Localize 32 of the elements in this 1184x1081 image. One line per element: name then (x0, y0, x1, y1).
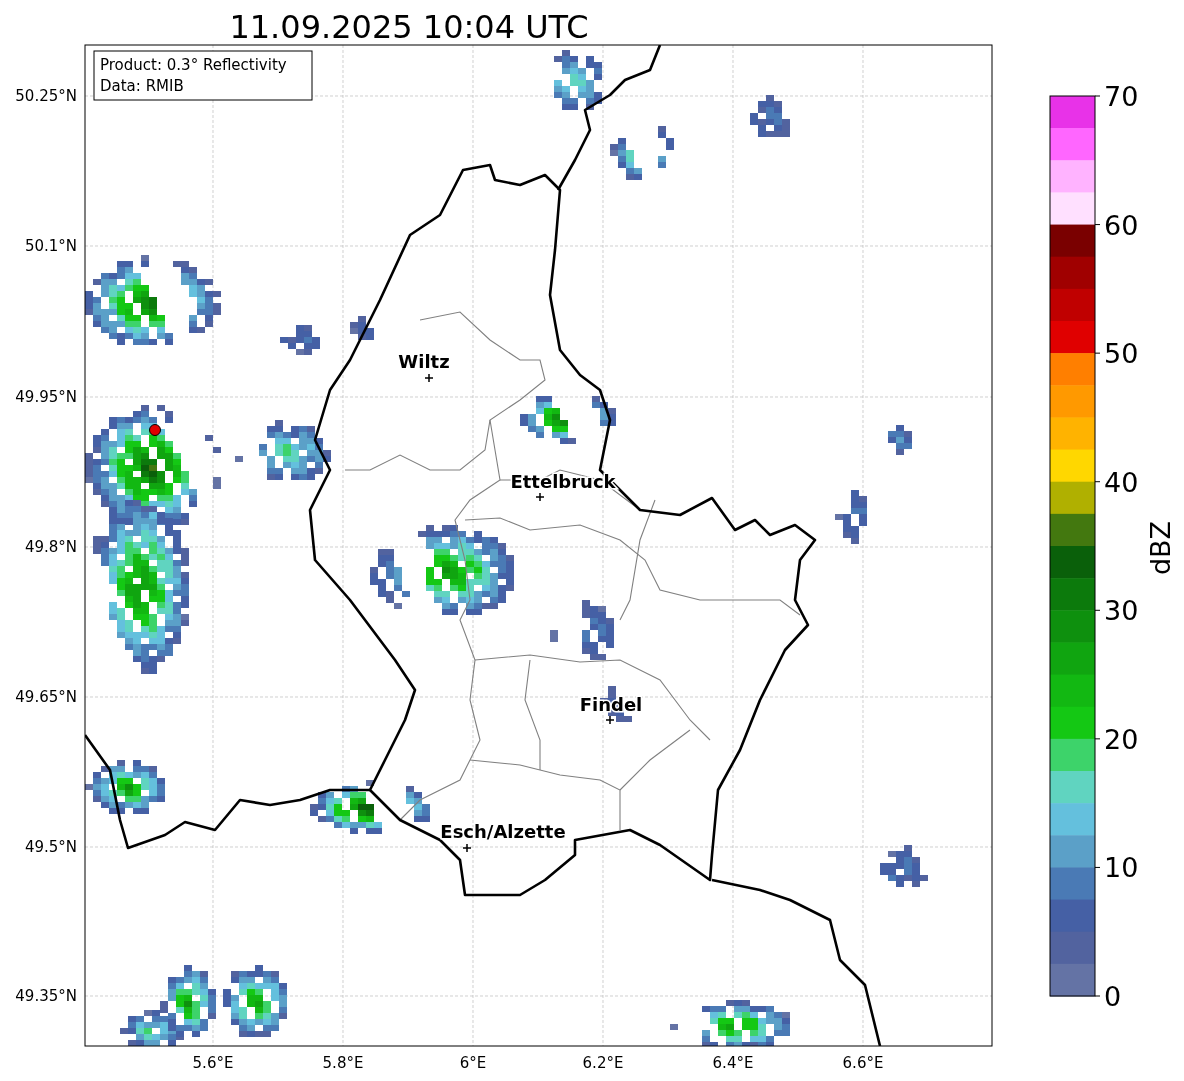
longitude-tick-label: 6.6°E (842, 1054, 884, 1072)
city-label: Esch/Alzette (440, 821, 566, 842)
colorbar-tick-label: 70 (1104, 81, 1139, 112)
chart-title: 11.09.2025 10:04 UTC (229, 8, 589, 46)
legend-text: Product: 0.3° Reflectivity (100, 56, 287, 74)
latitude-tick-label: 49.65°N (15, 688, 77, 706)
latitude-tick-label: 49.5°N (24, 838, 77, 856)
latitude-tick-label: 50.25°N (15, 87, 77, 105)
city-marker-icon (535, 492, 545, 502)
city-marker-icon (605, 715, 615, 725)
latitude-tick-label: 49.35°N (15, 987, 77, 1005)
colorbar-tick-label: 20 (1104, 723, 1139, 755)
longitude-tick-label: 6.4°E (712, 1054, 754, 1072)
colorbar-tick-label: 60 (1104, 209, 1139, 241)
longitude-tick-label: 6°E (459, 1054, 487, 1072)
colorbar-tick-label: 50 (1104, 338, 1139, 370)
colorbar-label: dBZ (1145, 520, 1176, 576)
city-marker-icon (462, 843, 472, 853)
longitude-tick-label: 5.6°E (192, 1054, 234, 1072)
colorbar-tick-label: 40 (1104, 466, 1139, 498)
colorbar-tick-label: 0 (1104, 981, 1122, 1012)
longitude-tick-label: 5.8°E (322, 1054, 364, 1072)
colorbar-tick-label: 30 (1104, 595, 1139, 627)
latitude-tick-label: 50.1°N (24, 237, 77, 255)
latitude-tick-label: 49.95°N (15, 388, 77, 406)
legend-text: Data: RMIB (100, 77, 184, 95)
radar-site-icon (149, 424, 161, 436)
city-marker-icon (424, 373, 434, 383)
latitude-tick-label: 49.8°N (24, 538, 77, 556)
city-label: Wiltz (398, 351, 450, 372)
colorbar-tick-label: 10 (1104, 852, 1139, 884)
longitude-tick-label: 6.2°E (582, 1054, 624, 1072)
